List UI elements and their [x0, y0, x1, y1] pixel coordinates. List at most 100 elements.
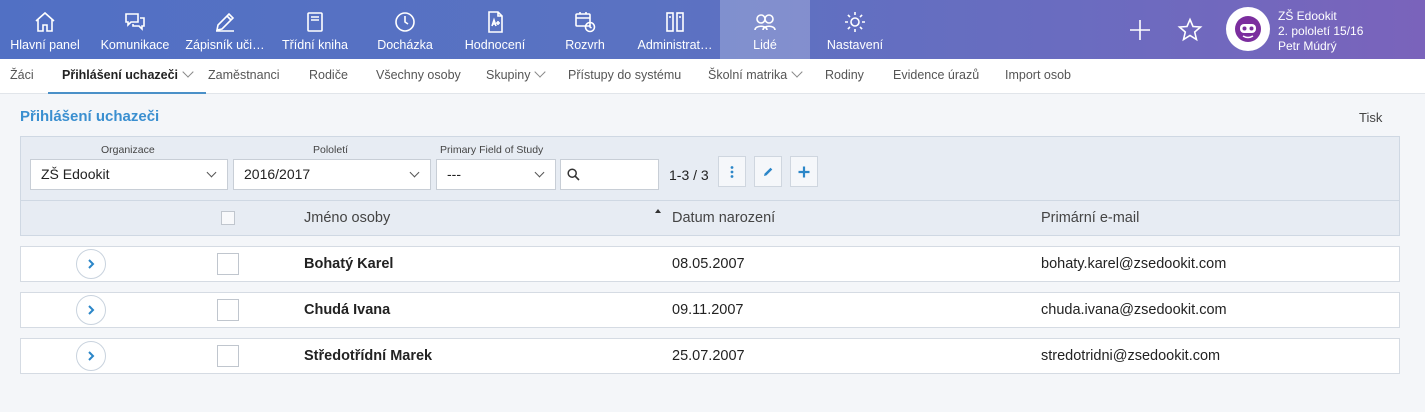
select-all-checkbox[interactable] — [221, 211, 235, 225]
expand-row-button[interactable] — [76, 295, 106, 325]
edookit-logo-icon — [1235, 16, 1261, 42]
search-icon — [567, 168, 580, 181]
plus-icon — [798, 166, 810, 177]
nav-item-label: Docházka — [377, 38, 433, 52]
nav-item-class-book[interactable]: Třídní kniha — [270, 0, 360, 59]
star-icon — [1177, 17, 1203, 42]
page-title: Přihlášení uchazeči — [20, 108, 160, 125]
table-row: Bohatý Karel 08.05.2007 bohaty.karel@zse… — [20, 246, 1400, 282]
subnav-item-import-persons[interactable]: Import osob — [1005, 59, 1071, 94]
search-box[interactable] — [560, 159, 659, 190]
expand-row-button[interactable] — [76, 249, 106, 279]
nav-item-label: Zápisník uči… — [185, 38, 265, 52]
field-of-study-select[interactable]: --- — [436, 159, 556, 190]
favorites-button[interactable] — [1177, 17, 1203, 43]
nav-item-people[interactable]: Lidé — [720, 0, 810, 59]
chevron-down-icon — [182, 66, 194, 78]
nav-item-administration[interactable]: Administrat… — [630, 0, 720, 59]
nav-item-label: Rozvrh — [565, 38, 605, 52]
person-name[interactable]: Bohatý Karel — [304, 256, 393, 272]
edit-button[interactable] — [754, 156, 782, 187]
nav-item-attendance[interactable]: Docházka — [360, 0, 450, 59]
subnav-item-label: Školní matrika — [708, 68, 788, 82]
table-header: Jméno osoby Datum narození Primární e-ma… — [20, 200, 1400, 236]
nav-item-dashboard[interactable]: Hlavní panel — [0, 0, 90, 59]
birth-date: 08.05.2007 — [672, 256, 745, 272]
schedule-icon — [575, 12, 596, 33]
nav-item-teacher-notebook[interactable]: Zápisník uči… — [180, 0, 270, 59]
expand-row-button[interactable] — [76, 341, 106, 371]
avatar[interactable] — [1226, 7, 1270, 51]
user-term: 2. pololetí 15/16 — [1278, 24, 1364, 38]
nav-item-label: Hlavní panel — [10, 38, 80, 52]
more-options-button[interactable] — [718, 156, 746, 187]
column-header-email[interactable]: Primární e-mail — [1041, 210, 1139, 226]
subnav-item-parents[interactable]: Rodiče — [309, 59, 348, 94]
subnav-item-all-persons[interactable]: Všechny osoby — [376, 59, 461, 94]
add-applicant-button[interactable] — [790, 156, 818, 187]
subnav-item-label: Přihlášení uchazeči — [62, 68, 179, 82]
person-name[interactable]: Chudá Ivana — [304, 302, 390, 318]
organization-label: Organizace — [101, 144, 155, 156]
chevron-down-icon — [534, 167, 545, 178]
nav-item-label: Hodnocení — [464, 38, 526, 52]
chevron-right-icon — [88, 305, 95, 315]
nav-item-label: Komunikace — [100, 38, 170, 52]
subnav-item-employees[interactable]: Zaměstnanci — [208, 59, 280, 94]
sort-ascending-icon — [655, 209, 661, 213]
user-school: ZŠ Edookit — [1278, 9, 1337, 23]
row-checkbox[interactable] — [217, 253, 239, 275]
subnav-item-school-register[interactable]: Školní matrika — [708, 59, 803, 94]
home-icon — [35, 11, 55, 32]
pencil-icon — [764, 167, 773, 176]
subnav-item-pupils[interactable]: Žáci — [10, 59, 34, 94]
email: chuda.ivana@zsedookit.com — [1041, 302, 1227, 318]
organization-select[interactable]: ZŠ Edookit — [30, 159, 228, 190]
nav-item-schedule[interactable]: Rozvrh — [540, 0, 630, 59]
clock-icon — [395, 12, 415, 32]
chevron-down-icon — [791, 66, 803, 78]
subnav-item-applicants[interactable]: Přihlášení uchazeči — [48, 59, 207, 94]
organization-value: ZŠ Edookit — [41, 166, 110, 182]
top-navigation: Hlavní panel Komunikace Zápisník uči… Tř… — [0, 0, 1425, 59]
nav-item-communication[interactable]: Komunikace — [90, 0, 180, 59]
column-header-name[interactable]: Jméno osoby — [304, 210, 390, 226]
nav-item-settings[interactable]: Nastavení — [810, 0, 900, 59]
plus-icon — [1130, 20, 1150, 40]
book-icon — [307, 12, 323, 32]
email: bohaty.karel@zsedookit.com — [1041, 256, 1227, 272]
nav-item-label: Nastavení — [826, 38, 884, 52]
add-button[interactable] — [1127, 17, 1153, 43]
subnav-item-groups[interactable]: Skupiny — [486, 59, 547, 94]
term-label: Pololetí — [313, 144, 349, 156]
admin-icon — [666, 12, 684, 32]
pencil-icon — [215, 12, 235, 32]
row-checkbox[interactable] — [217, 345, 239, 367]
email: stredotridni@zsedookit.com — [1041, 348, 1221, 364]
chevron-down-icon — [409, 167, 420, 178]
print-link[interactable]: Tisk — [1359, 110, 1382, 125]
chevron-right-icon — [88, 351, 95, 361]
nav-item-label: Administrat… — [637, 38, 713, 52]
term-value: 2016/2017 — [244, 166, 311, 182]
column-header-birth-date[interactable]: Datum narození — [672, 210, 775, 226]
row-checkbox[interactable] — [217, 299, 239, 321]
sub-navigation: Žáci Přihlášení uchazeči Zaměstnanci Rod… — [0, 59, 1425, 94]
birth-date: 25.07.2007 — [672, 348, 745, 364]
chat-icon — [125, 13, 145, 31]
field-of-study-value: --- — [447, 166, 461, 182]
nav-item-label: Lidé — [753, 38, 777, 52]
person-name[interactable]: Středotřídní Marek — [304, 348, 432, 364]
user-name: Petr Múdrý — [1278, 39, 1337, 53]
table-row: Středotřídní Marek 25.07.2007 stredotrid… — [20, 338, 1400, 374]
nav-item-evaluation[interactable]: Hodnocení — [450, 0, 540, 59]
search-input[interactable] — [585, 160, 655, 189]
subnav-item-injury-records[interactable]: Evidence úrazů — [893, 59, 979, 94]
table-row: Chudá Ivana 09.11.2007 chuda.ivana@zsedo… — [20, 292, 1400, 328]
gear-icon — [845, 12, 865, 32]
subnav-item-system-access[interactable]: Přístupy do systému — [568, 59, 681, 94]
term-select[interactable]: 2016/2017 — [233, 159, 431, 190]
user-info[interactable]: ZŠ Edookit 2. pololetí 15/16 Petr Múdrý — [1278, 9, 1363, 54]
subnav-item-families[interactable]: Rodiny — [825, 59, 864, 94]
chevron-down-icon — [534, 66, 547, 78]
